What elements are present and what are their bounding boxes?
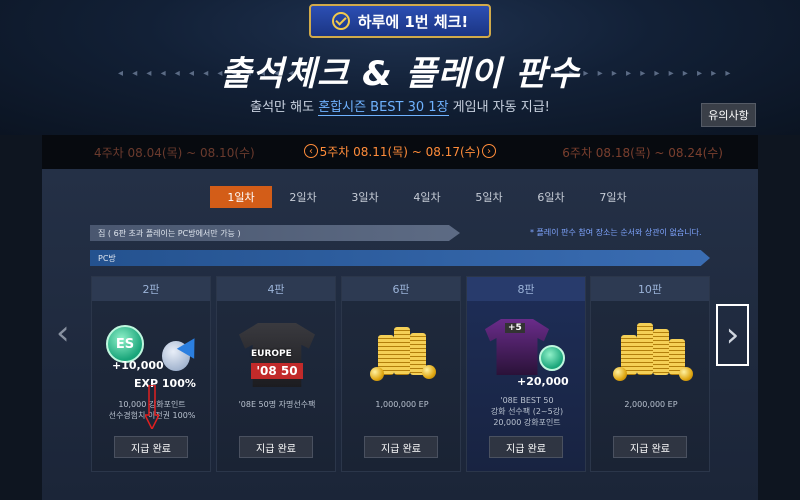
- coin-icon: [422, 365, 436, 379]
- desc-line: 20,000 강화포인트: [493, 418, 561, 427]
- es-coin-icon: [539, 345, 565, 371]
- week-next-arrow-icon[interactable]: ›: [482, 144, 496, 158]
- es-coin-icon: ES: [106, 325, 144, 363]
- reward-card-4-games: 4판 EUROPE '08 50 '08E 50명 자명선수팩 지급 완료: [216, 276, 336, 472]
- page-title: 출석체크 & 플레이 판수: [220, 54, 580, 94]
- exp-points-art: ES +10,000 EXP 100%: [92, 305, 212, 395]
- jersey-art: EUROPE '08 50: [217, 305, 337, 395]
- notice-button[interactable]: 유의사항: [701, 103, 756, 127]
- claim-complete-button[interactable]: 지급 완료: [114, 436, 188, 458]
- carousel-next-chevron-icon[interactable]: ›: [716, 304, 749, 366]
- tab-day-2[interactable]: 2일차: [272, 186, 334, 208]
- reward-card-2-games: 2판 ES +10,000 EXP 100% 10,000 강화포인트 선수경험…: [91, 276, 211, 472]
- desc-line: 강화 선수팩 (2~5강): [490, 407, 564, 416]
- gold-coins-art: [591, 305, 711, 395]
- reward-card-8-games: 8판 +5 +20,000 '08E BEST 50 강화 선수팩 (2~5강)…: [466, 276, 586, 472]
- subtitle-highlight: 혼합시즌 BEST 30 1장: [318, 100, 449, 116]
- card-games-label: 6판: [342, 277, 460, 301]
- reward-card-10-games: 10판 2,000,000 EP 지급 완료: [590, 276, 710, 472]
- desc-line: 1,000,000 EP: [375, 400, 429, 409]
- coin-icon: [370, 367, 384, 381]
- tab-day-3[interactable]: 3일차: [334, 186, 396, 208]
- tab-day-4[interactable]: 4일차: [396, 186, 458, 208]
- red-arrow-down-icon: [145, 385, 159, 429]
- desc-line: 2,000,000 EP: [624, 400, 678, 409]
- tab-day-5[interactable]: 5일차: [458, 186, 520, 208]
- art-exp-percent: EXP 100%: [134, 377, 196, 390]
- pc-bang-bar: PC방: [90, 250, 710, 266]
- carousel-prev-chevron-icon[interactable]: ‹: [56, 316, 80, 352]
- card-games-label: 8판: [467, 277, 585, 301]
- home-play-bar: 집 ( 6판 초과 플레이는 PC방에서만 가능 ): [90, 225, 460, 241]
- card-description: '08E BEST 50 강화 선수팩 (2~5강) 20,000 강화포인트: [471, 395, 583, 428]
- art-points-amount: +20,000: [517, 375, 569, 388]
- coin-icon: [613, 367, 627, 381]
- claim-complete-button[interactable]: 지급 완료: [239, 436, 313, 458]
- subtitle-prefix: 출석만 해도: [250, 100, 319, 115]
- art-upgrade-level: +5: [505, 323, 525, 333]
- daily-check-label: 하루에 1번 체크!: [357, 12, 469, 31]
- tab-day-6[interactable]: 6일차: [520, 186, 582, 208]
- daily-check-badge: 하루에 1번 체크!: [309, 4, 491, 38]
- week-selector: 4주차 08.04(목) ~ 08.10(수) ‹ 5주차 08.11(목) ~…: [42, 135, 758, 169]
- tab-day-7[interactable]: 7일차: [582, 186, 644, 208]
- card-games-label: 2판: [92, 277, 210, 301]
- location-note: * 플레이 판수 참여 장소는 순서와 상관이 없습니다.: [530, 228, 702, 237]
- week-next-label[interactable]: 6주차 08.18(목) ~ 08.24(수): [562, 144, 723, 161]
- reward-card-6-games: 6판 1,000,000 EP 지급 완료: [341, 276, 461, 472]
- page-subtitle: 출석만 해도 혼합시즌 BEST 30 1장 게임내 자동 지급!: [0, 96, 800, 116]
- claim-complete-button[interactable]: 지급 완료: [489, 436, 563, 458]
- card-description: 1,000,000 EP: [346, 399, 458, 410]
- card-games-label: 4판: [217, 277, 335, 301]
- tab-day-1[interactable]: 1일차: [210, 186, 272, 208]
- desc-line: '08E 50명 자명선수팩: [238, 400, 316, 409]
- card-description: '08E 50명 자명선수팩: [221, 399, 333, 410]
- gold-coins-art: [342, 305, 462, 395]
- claim-complete-button[interactable]: 지급 완료: [364, 436, 438, 458]
- claim-complete-button[interactable]: 지급 완료: [613, 436, 687, 458]
- coin-stack-icon: [637, 323, 653, 375]
- art-jersey-number: '08 50: [251, 363, 303, 379]
- coin-icon: [679, 367, 693, 381]
- check-circle-icon: [331, 12, 350, 30]
- subtitle-suffix: 게임내 자동 지급!: [448, 100, 550, 115]
- art-jersey-label: EUROPE: [251, 349, 292, 359]
- card-games-label: 10판: [591, 277, 709, 301]
- coin-stack-icon: [394, 327, 410, 375]
- desc-line: '08E BEST 50: [500, 396, 554, 405]
- jersey-points-art: +5 +20,000: [467, 305, 587, 395]
- art-exp-points: +10,000: [112, 359, 164, 372]
- day-tabs: 1일차 2일차 3일차 4일차 5일차 6일차 7일차: [210, 186, 644, 208]
- card-description: 2,000,000 EP: [595, 399, 707, 410]
- coin-stack-icon: [653, 329, 669, 375]
